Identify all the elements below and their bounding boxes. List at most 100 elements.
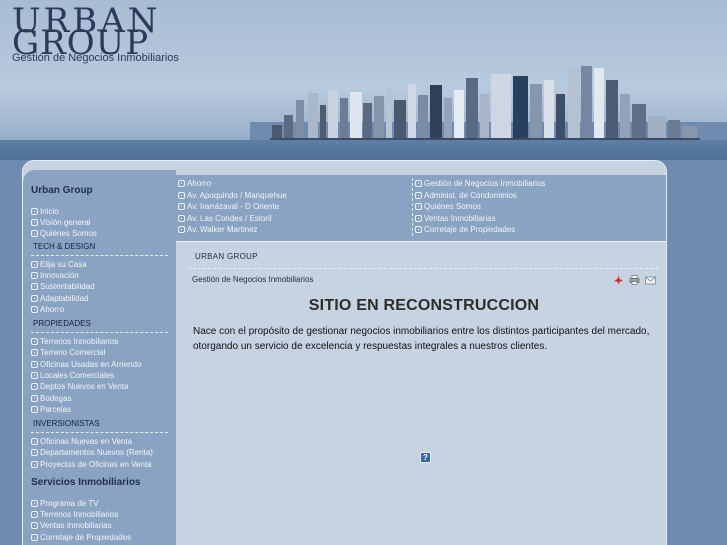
divider: [31, 255, 168, 256]
sidebar-item-label: Departamentos Nuevos (Renta): [40, 447, 153, 457]
article-subtitle: Gestión de Negocios Inmobiliarios: [192, 275, 314, 284]
topnav-item-gestion-negocios[interactable]: Gestión de Negocios Inmobiliarios: [415, 178, 545, 190]
sidebar-item-inicio[interactable]: Inicio: [31, 206, 59, 216]
bullet-icon: [31, 394, 38, 402]
topnav-item-walker-martinez[interactable]: Av. Walker Martinez: [178, 224, 287, 236]
topnav-item-irarrazaval[interactable]: Av. Irarrázaval - D Oriente: [178, 201, 287, 213]
sidebar-item-vision-general[interactable]: Visión general: [31, 217, 91, 227]
sidebar-item-label: Locales Comerciales: [40, 370, 115, 380]
topnav-item-label: Av. Las Condes / Estoril: [187, 213, 272, 223]
divider: [31, 432, 168, 433]
sidebar-item-oficinas-nuevas[interactable]: Oficinas Nuevas en Venta: [31, 436, 132, 446]
sidebar-item-label: Deptos Nuevos en Venta: [40, 381, 129, 391]
sidebar-item-label: Terreno Comercial: [40, 347, 106, 357]
sidebar-item-parcelas[interactable]: Parcelas: [31, 404, 71, 414]
sidebar-item-bodegas[interactable]: Bodegas: [31, 393, 72, 403]
topnav-right-column: Gestión de Negocios Inmobiliarios Admini…: [412, 178, 545, 236]
water-band: [0, 140, 727, 160]
article-tools: [613, 275, 656, 285]
sidebar-item-corretaje[interactable]: Corretaje de Propiedades: [31, 532, 131, 542]
sidebar-item-label: Sustentabilidad: [40, 281, 95, 291]
topnav-item-quienes-somos[interactable]: Quiénes Somos: [415, 201, 545, 213]
bullet-icon: [31, 337, 38, 345]
bullet-icon: [415, 191, 422, 199]
logo-subtitle: Gestión de Negocios Inmobiliarios: [12, 52, 179, 64]
bullet-icon: [31, 382, 38, 390]
bullet-icon: [31, 521, 38, 529]
sidebar-item-terreno-comercial[interactable]: Terreno Comercial: [31, 347, 105, 357]
pdf-icon[interactable]: [613, 275, 624, 285]
sidebar-item-label: Quiénes Somos: [40, 228, 97, 238]
topnav-item-label: Gestión de Negocios Inmobiliarios: [424, 179, 546, 189]
sidebar-item-programa-tv[interactable]: Programa de TV: [31, 498, 99, 508]
sidebar-item-terrenos-inmobiliarios[interactable]: Terrenos Inmobiliarios: [31, 336, 118, 346]
bullet-icon: [415, 226, 422, 234]
sidebar-item-label: Innovación: [40, 270, 79, 280]
topnav-item-condominios[interactable]: Administ. de Condominios: [415, 190, 545, 202]
sidebar-item-adaptabilidad[interactable]: Adaptabilidad: [31, 293, 88, 303]
email-icon[interactable]: [645, 275, 656, 285]
page-headline: SITIO EN RECONSTRUCCION: [308, 297, 540, 314]
bullet-icon: [415, 214, 422, 222]
sidebar-item-departamentos-nuevos[interactable]: Departamentos Nuevos (Renta): [31, 447, 153, 457]
sidebar-item-label: Oficinas Nuevas en Venta: [40, 436, 133, 446]
bullet-icon: [31, 294, 38, 302]
topnav-item-label: Av. Apoquindo / Manquehue: [187, 190, 287, 200]
bullet-icon: [178, 226, 185, 234]
breadcrumb[interactable]: URBAN GROUP: [195, 252, 258, 261]
sidebar-item-sustentabilidad[interactable]: Sustentabilidad: [31, 281, 95, 291]
sidebar-item-label: Bodegas: [40, 393, 72, 403]
sidebar-item-label: Inicio: [40, 206, 59, 216]
bullet-icon: [31, 282, 38, 290]
sidebar-item-label: Oficinas Usadas en Arriendo: [40, 359, 142, 369]
sidebar-item-proyectos-oficinas[interactable]: Proyectos de Oficinas en Venta: [31, 459, 152, 469]
sidebar-item-deptos-nuevos[interactable]: Deptos Nuevos en Venta: [31, 381, 129, 391]
topnav-item-label: Ahorro: [187, 179, 212, 189]
bullet-icon: [31, 229, 38, 237]
topnav-item-corretaje[interactable]: Corretaje de Propiedades: [415, 224, 545, 236]
bullet-icon: [31, 348, 38, 356]
sidebar-item-oficinas-usadas[interactable]: Oficinas Usadas en Arriendo: [31, 359, 141, 369]
bullet-icon: [31, 460, 38, 468]
sidebar-item-terrenos-inmobiliarios-2[interactable]: Terrenos Inmobiliarios: [31, 509, 118, 519]
bullet-icon: [178, 214, 185, 222]
sidebar-item-ventas-inmobiliarias[interactable]: Ventas Inmobiliarias: [31, 520, 112, 530]
top-navigation: Ahorro Av. Apoquindo / Manquehue Av. Ira…: [176, 175, 666, 241]
topnav-left-column: Ahorro Av. Apoquindo / Manquehue Av. Ira…: [178, 178, 287, 236]
print-icon[interactable]: [629, 275, 640, 285]
sidebar-item-ahorro[interactable]: Ahorro: [31, 304, 64, 314]
sidebar-item-innovacion[interactable]: Innovación: [31, 270, 79, 280]
topnav-item-label: Quiénes Somos: [424, 202, 481, 212]
bullet-icon: [31, 371, 38, 379]
topnav-item-las-condes[interactable]: Av. Las Condes / Estoril: [178, 213, 287, 225]
bullet-icon: [31, 448, 38, 456]
main-content: URBAN GROUP Gestión de Negocios Inmobili…: [176, 242, 666, 545]
bullet-icon: [31, 499, 38, 507]
topnav-item-label: Av. Walker Martinez: [187, 225, 258, 235]
divider: [188, 268, 658, 269]
sidebar-item-label: Corretaje de Propiedades: [40, 532, 132, 542]
sidebar-title-servicios: Servicios Inmobiliarios: [31, 477, 141, 488]
divider: [31, 332, 168, 333]
sidebar-category-tech-design: TECH & DESIGN: [33, 242, 96, 251]
sidebar-item-label: Ahorro: [40, 304, 65, 314]
sidebar-item-label: Visión general: [40, 217, 91, 227]
sidebar-item-elija-su-casa[interactable]: Elija su Casa: [31, 259, 87, 269]
bullet-icon: [178, 203, 185, 211]
bullet-icon: [31, 260, 38, 268]
bullet-icon: [31, 360, 38, 368]
bullet-icon: [31, 437, 38, 445]
bullet-icon: [178, 180, 185, 188]
sidebar-item-quienes-somos[interactable]: Quiénes Somos: [31, 228, 97, 238]
topnav-item-apoquindo[interactable]: Av. Apoquindo / Manquehue: [178, 190, 287, 202]
bullet-icon: [31, 271, 38, 279]
bullet-icon: [31, 218, 38, 226]
sidebar-item-label: Programa de TV: [40, 498, 99, 508]
sidebar-item-label: Adaptabilidad: [40, 293, 89, 303]
sidebar-item-label: Terrenos Inmobiliarios: [40, 336, 119, 346]
bullet-icon: [415, 203, 422, 211]
help-icon[interactable]: ?: [420, 452, 431, 463]
topnav-item-ahorro[interactable]: Ahorro: [178, 178, 287, 190]
topnav-item-ventas-inmobiliarias[interactable]: Ventas Inmobiliarias: [415, 213, 545, 225]
sidebar-item-locales-comerciales[interactable]: Locales Comerciales: [31, 370, 114, 380]
